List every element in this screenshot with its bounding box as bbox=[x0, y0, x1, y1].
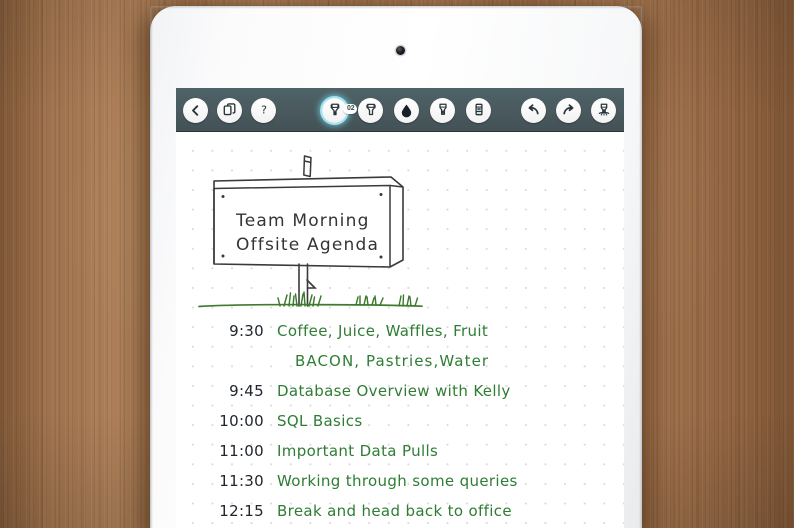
sign-line-2: Offsite Agenda bbox=[236, 235, 379, 255]
agenda-time: 10:00 bbox=[219, 412, 264, 430]
agenda-time: 12:15 bbox=[219, 502, 264, 520]
agenda-time: 11:30 bbox=[219, 472, 264, 490]
note-canvas[interactable]: Team Morning Offsite Agenda 9:30 Coffee,… bbox=[176, 132, 624, 528]
agenda-time: 9:30 bbox=[229, 322, 264, 340]
agenda-text: Coffee, Juice, Waffles, Fruit bbox=[277, 322, 489, 340]
note-app-toolbar: ? 02 bbox=[176, 88, 624, 132]
agenda-text: Database Overview with Kelly bbox=[277, 382, 511, 400]
agenda-text: Working through some queries bbox=[277, 472, 518, 490]
redo-button[interactable] bbox=[556, 97, 581, 123]
tablet-screen: ? 02 Team Morning Offsite Agenda 9:30 Co… bbox=[176, 88, 624, 528]
marker-tool[interactable] bbox=[358, 97, 383, 123]
stylus-settings-button[interactable] bbox=[591, 97, 616, 123]
tablet-bezel-right-highlight bbox=[639, 6, 642, 528]
eraser-tool[interactable] bbox=[466, 97, 491, 123]
redo-arrow-icon bbox=[563, 103, 574, 114]
agenda-time: 11:00 bbox=[219, 442, 264, 460]
signpost-drawing: Team Morning Offsite Agenda bbox=[194, 154, 465, 332]
agenda-time: 9:45 bbox=[229, 382, 264, 400]
agenda-text: SQL Basics bbox=[277, 412, 363, 430]
back-chevron-icon bbox=[192, 104, 199, 116]
pen-tool[interactable]: 02 bbox=[322, 97, 358, 123]
back-button[interactable] bbox=[183, 97, 208, 123]
agenda-text: BACON, Pastries,Water bbox=[295, 352, 490, 370]
pen-nib-icon bbox=[330, 103, 339, 116]
agenda-row: 9:45 Database Overview with Kelly bbox=[202, 382, 618, 412]
agenda-row: 10:00 SQL Basics bbox=[202, 412, 618, 442]
question-mark-icon: ? bbox=[261, 104, 267, 117]
toolbar-tools-group: 02 bbox=[322, 97, 491, 123]
svg-text:?: ? bbox=[261, 104, 267, 117]
tablet-bezel-left-highlight bbox=[150, 6, 153, 528]
undo-button[interactable] bbox=[521, 97, 546, 123]
toolbar-right-group bbox=[521, 97, 616, 123]
agenda-row: 11:00 Important Data Pulls bbox=[202, 442, 618, 472]
tablet-bezel-top-highlight bbox=[150, 6, 642, 9]
agenda-list: 9:30 Coffee, Juice, Waffles, Fruit BACON… bbox=[202, 322, 618, 528]
pen-number-badge: 02 bbox=[343, 103, 358, 114]
copy-button[interactable] bbox=[217, 97, 242, 123]
ink-drop-icon bbox=[401, 104, 412, 117]
tablet-device: ? 02 Team Morning Offsite Agenda 9:30 Co… bbox=[150, 6, 642, 528]
copy-pages-icon bbox=[223, 103, 235, 116]
agenda-text: Break and head back to office bbox=[277, 502, 512, 520]
agenda-row: BACON, Pastries,Water bbox=[202, 352, 618, 382]
ink-color-tool[interactable] bbox=[394, 97, 419, 123]
sign-line-1: Team Morning bbox=[235, 211, 370, 231]
undo-arrow-icon bbox=[528, 103, 539, 114]
stylus-icon bbox=[598, 103, 609, 116]
marker-tip-icon bbox=[365, 103, 376, 116]
help-button[interactable]: ? bbox=[251, 97, 276, 123]
agenda-text: Important Data Pulls bbox=[277, 442, 439, 460]
agenda-row: 9:30 Coffee, Juice, Waffles, Fruit bbox=[202, 322, 618, 352]
agenda-row: 12:15 Break and head back to office bbox=[202, 502, 618, 528]
agenda-row: 11:30 Working through some queries bbox=[202, 472, 618, 502]
toolbar-left-group: ? bbox=[183, 97, 276, 123]
front-camera bbox=[396, 46, 405, 55]
eraser-icon bbox=[474, 103, 483, 116]
pencil-texture-icon bbox=[438, 103, 447, 115]
pencil-tool[interactable] bbox=[430, 97, 455, 123]
